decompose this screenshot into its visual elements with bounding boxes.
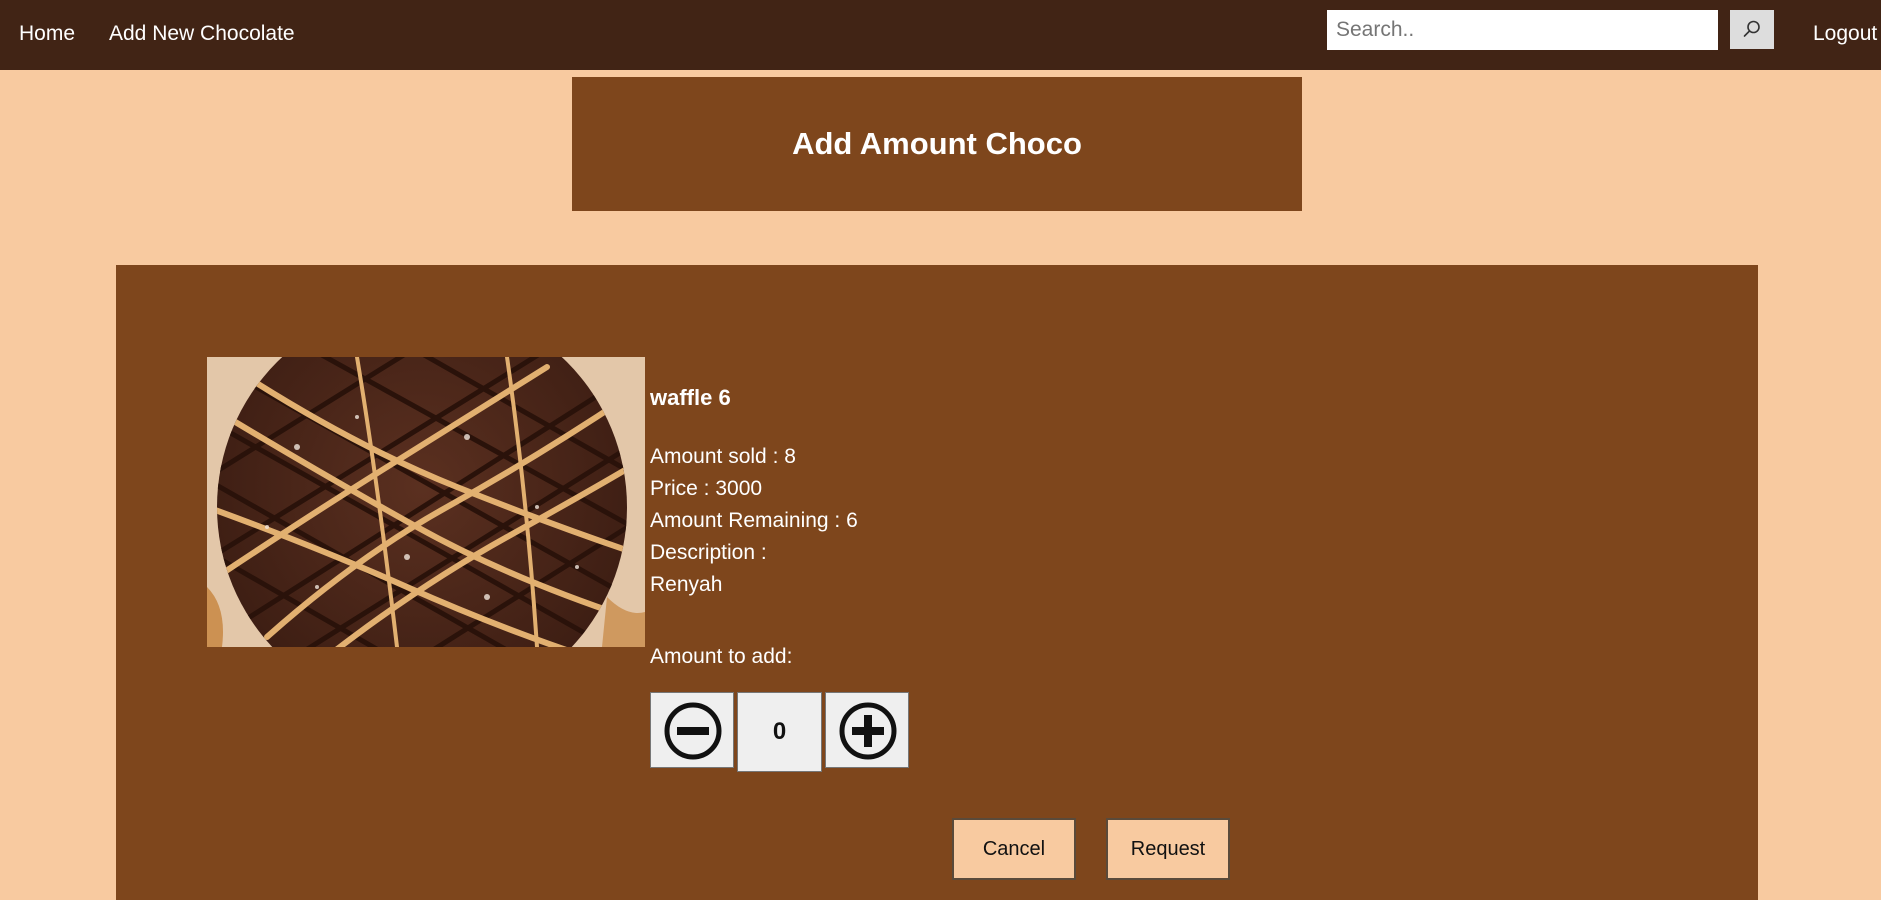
navbar: Home Add New Chocolate Logout (0, 0, 1881, 70)
search-input[interactable] (1327, 10, 1718, 50)
nav-home-link[interactable]: Home (19, 22, 75, 46)
decrement-button[interactable] (650, 692, 734, 768)
logout-link[interactable]: Logout (1813, 22, 1877, 46)
request-button[interactable]: Request (1106, 818, 1230, 880)
page-title-box: Add Amount Choco (572, 77, 1302, 211)
nav-add-chocolate-link[interactable]: Add New Chocolate (109, 22, 295, 46)
quantity-input[interactable] (737, 692, 822, 772)
search-icon (1743, 20, 1760, 37)
minus-circle-icon (664, 702, 722, 760)
amount-sold: Amount sold : 8 (650, 445, 796, 468)
price: Price : 3000 (650, 477, 763, 500)
page-title: Add Amount Choco (792, 126, 1082, 161)
description-label: Description : (650, 541, 767, 564)
product-name: waffle 6 (650, 385, 731, 410)
search-button[interactable] (1730, 10, 1774, 49)
amount-to-add-label: Amount to add: (650, 645, 793, 668)
amount-remaining: Amount Remaining : 6 (650, 509, 858, 532)
increment-button[interactable] (825, 692, 909, 768)
cancel-button[interactable]: Cancel (952, 818, 1076, 880)
plus-circle-icon (839, 702, 897, 760)
description-value: Renyah (650, 573, 723, 596)
product-image (207, 357, 645, 647)
